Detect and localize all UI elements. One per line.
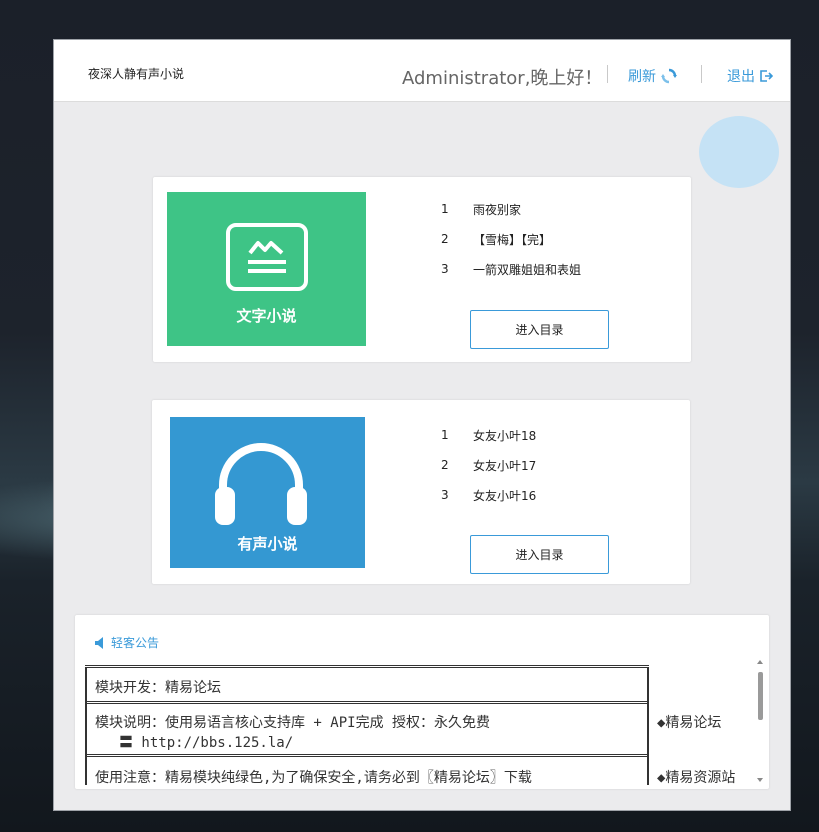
floating-bubble[interactable] (699, 116, 779, 188)
list-item[interactable]: 3 女友小叶16 (441, 480, 536, 510)
item-number: 2 (441, 232, 449, 246)
refresh-icon (661, 68, 677, 84)
audio-novel-card: 有声小说 1 女友小叶18 2 女友小叶17 3 女友小叶16 进入目录 (152, 400, 690, 584)
enter-catalog-button[interactable]: 进入目录 (470, 535, 609, 574)
item-number: 2 (441, 458, 449, 472)
item-title: 一箭双雕姐姐和表姐 (473, 262, 582, 277)
item-title: 女友小叶17 (473, 458, 537, 473)
item-number: 1 (441, 202, 449, 216)
notice-scrollbar[interactable] (756, 660, 764, 784)
logout-icon (760, 70, 773, 82)
logout-button[interactable]: 退出 (727, 66, 773, 86)
item-title: 雨夜别家 (473, 202, 522, 217)
item-number: 1 (441, 428, 449, 442)
audio-novel-tile[interactable]: 有声小说 (170, 417, 365, 568)
notice-line-desc: 模块说明：使用易语言核心支持库 + API完成 授权：永久免费 (95, 715, 490, 731)
item-number: 3 (441, 488, 449, 502)
audio-novel-label: 有声小说 (237, 535, 298, 553)
list-item[interactable]: 2 女友小叶17 (441, 450, 536, 480)
scroll-up-arrow[interactable] (757, 660, 763, 664)
logout-label: 退出 (727, 69, 755, 85)
text-novel-tile[interactable]: 文字小说 (167, 192, 366, 346)
text-novel-list: 1 雨夜别家 2 【雪梅】【完】 3 一箭双雕姐姐和表姐 (441, 194, 581, 284)
notice-line-url[interactable]: 〓 http://bbs.125.la/ (119, 732, 293, 752)
text-novel-card: 文字小说 1 雨夜别家 2 【雪梅】【完】 3 一箭双雕姐姐和表姐 进入目录 (153, 177, 691, 362)
refresh-label: 刷新 (628, 69, 656, 85)
speaker-icon (95, 636, 103, 649)
header-divider (607, 65, 608, 83)
scroll-down-arrow[interactable] (757, 778, 763, 782)
scroll-thumb[interactable] (758, 672, 763, 720)
refresh-button[interactable]: 刷新 (628, 66, 678, 86)
notice-header: 轻客公告 (95, 634, 159, 651)
list-item[interactable]: 3 一箭双雕姐姐和表姐 (441, 254, 581, 284)
side-link-forum[interactable]: ◆精易论坛 (657, 712, 721, 732)
headphones-icon (215, 443, 307, 525)
border-line (85, 701, 649, 704)
header-divider (701, 65, 702, 83)
list-item[interactable]: 1 雨夜别家 (441, 194, 581, 224)
enter-catalog-button[interactable]: 进入目录 (470, 310, 609, 349)
user-greeting: Administrator,晚上好！ (402, 68, 603, 89)
app-window: 夜深人静有声小说 Administrator,晚上好！ 刷新 退出 文字小说 1… (53, 39, 791, 811)
border-line (85, 754, 649, 757)
document-icon (226, 223, 308, 291)
side-link-resource[interactable]: ◆精易资源站 (657, 767, 735, 787)
top-header: 夜深人静有声小说 Administrator,晚上好！ 刷新 退出 (54, 40, 790, 102)
text-novel-label: 文字小说 (236, 307, 297, 325)
list-item[interactable]: 1 女友小叶18 (441, 420, 536, 450)
notice-panel: 轻客公告 模块开发：精易论坛 模块说明：使用易语言核心支持库 + API完成 授… (75, 615, 769, 789)
notice-line-usage: 使用注意：精易模块纯绿色,为了确保安全,请务必到〖精易论坛〗下载 (95, 770, 532, 786)
audio-novel-list: 1 女友小叶18 2 女友小叶17 3 女友小叶16 (441, 420, 536, 510)
item-title: 女友小叶16 (473, 488, 537, 503)
notice-content: 模块开发：精易论坛 模块说明：使用易语言核心支持库 + API完成 授权：永久免… (85, 665, 749, 789)
notice-title: 轻客公告 (111, 636, 160, 650)
list-item[interactable]: 2 【雪梅】【完】 (441, 224, 581, 254)
item-title: 【雪梅】【完】 (473, 232, 552, 247)
app-title: 夜深人静有声小说 (88, 67, 185, 81)
item-number: 3 (441, 262, 449, 276)
notice-line-dev: 模块开发：精易论坛 (95, 680, 221, 696)
item-title: 女友小叶18 (473, 428, 537, 443)
